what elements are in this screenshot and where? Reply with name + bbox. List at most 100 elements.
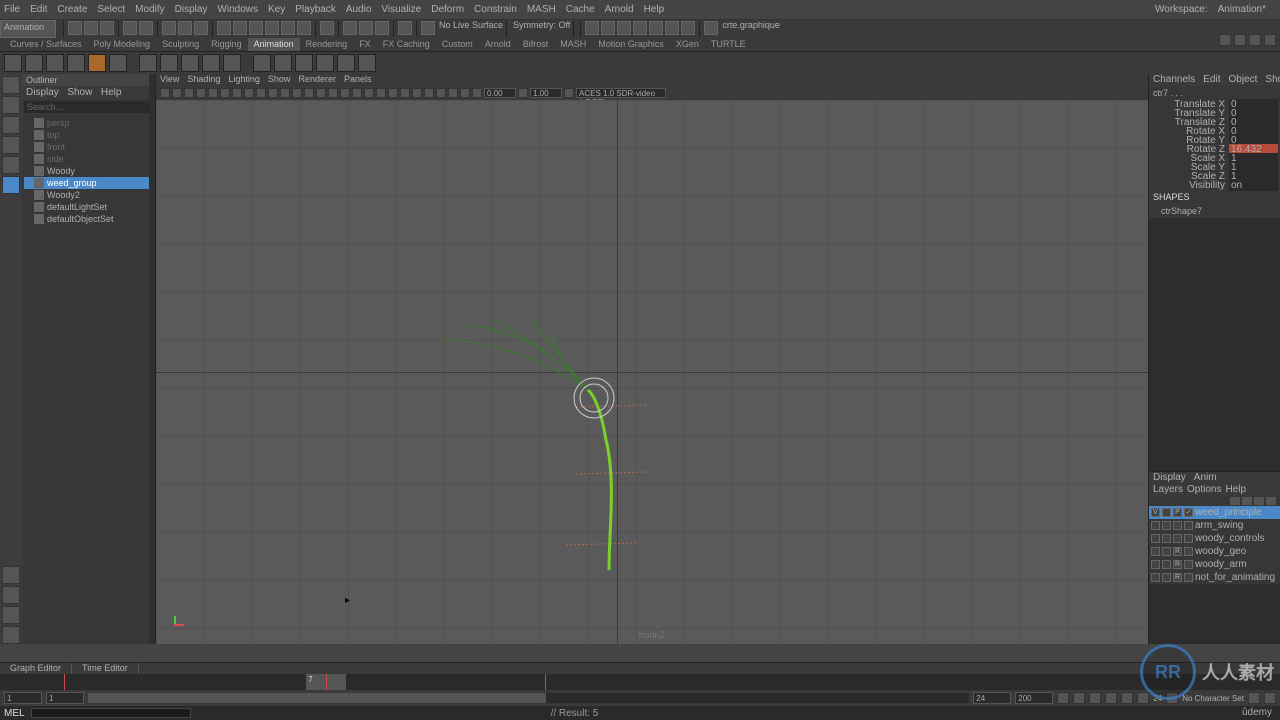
- layout-icon[interactable]: [649, 21, 663, 35]
- view-icon[interactable]: [304, 88, 314, 98]
- menu-item[interactable]: Audio: [346, 4, 372, 15]
- layout-icon[interactable]: [681, 21, 695, 35]
- scale-tool-icon[interactable]: [2, 156, 20, 174]
- menu-item[interactable]: Windows: [217, 4, 258, 15]
- outliner-item[interactable]: front: [24, 141, 153, 153]
- shelf-tab[interactable]: MASH: [554, 38, 592, 51]
- layout-outliner-icon[interactable]: [2, 626, 20, 644]
- shelf-button[interactable]: [88, 54, 106, 72]
- shelf-button[interactable]: [181, 54, 199, 72]
- ipr-icon[interactable]: [359, 21, 373, 35]
- time-slider[interactable]: 7: [0, 674, 1280, 690]
- layout-icon[interactable]: [617, 21, 631, 35]
- undo-icon[interactable]: [123, 21, 137, 35]
- playback-start-input[interactable]: [4, 692, 42, 704]
- view-icon[interactable]: [448, 88, 458, 98]
- view-icon[interactable]: [376, 88, 386, 98]
- menu-item[interactable]: Select: [97, 4, 125, 15]
- view-icon[interactable]: [328, 88, 338, 98]
- lasso-icon[interactable]: [178, 21, 192, 35]
- view-icon[interactable]: [400, 88, 410, 98]
- view-menu-item[interactable]: Panels: [344, 74, 372, 86]
- layer-menu-item[interactable]: Help: [1225, 484, 1246, 496]
- menu-item[interactable]: Key: [268, 4, 285, 15]
- render-settings-icon[interactable]: [375, 21, 389, 35]
- new-scene-icon[interactable]: [68, 21, 82, 35]
- snap-grid-icon[interactable]: [217, 21, 231, 35]
- shelf-tab[interactable]: FX: [353, 38, 377, 51]
- toggle-tool-settings-icon[interactable]: [1234, 34, 1246, 46]
- shelf-button[interactable]: [109, 54, 127, 72]
- menu-item[interactable]: Arnold: [605, 4, 634, 15]
- shelf-tab[interactable]: Sculpting: [156, 38, 205, 51]
- layer-add-icon[interactable]: [1230, 497, 1240, 505]
- sets-dropdown[interactable]: crte.graphique: [722, 20, 780, 38]
- shelf-tab-active[interactable]: Animation: [248, 38, 300, 51]
- layer-move-up-icon[interactable]: [1242, 497, 1252, 505]
- playback-end-input[interactable]: [1015, 692, 1053, 704]
- shelf-button[interactable]: [160, 54, 178, 72]
- view-icon[interactable]: [280, 88, 290, 98]
- shelf-tab[interactable]: Rigging: [205, 38, 248, 51]
- timeline-key-icon[interactable]: [545, 674, 546, 690]
- construction-history-icon[interactable]: [398, 21, 412, 35]
- menu-item[interactable]: Playback: [295, 4, 336, 15]
- cb-tab[interactable]: Channels: [1149, 74, 1199, 86]
- view-icon[interactable]: [564, 88, 574, 98]
- shelf-button[interactable]: [253, 54, 271, 72]
- cb-tab[interactable]: Object: [1225, 74, 1262, 86]
- menu-item[interactable]: Help: [644, 4, 665, 15]
- view-icon[interactable]: [292, 88, 302, 98]
- menu-item[interactable]: Edit: [30, 4, 47, 15]
- playback-play-back-icon[interactable]: [1089, 692, 1101, 704]
- shelf-tab[interactable]: Motion Graphics: [592, 38, 670, 51]
- view-icon[interactable]: [424, 88, 434, 98]
- time-editor-tab[interactable]: Time Editor: [72, 663, 139, 674]
- layout-icon[interactable]: [633, 21, 647, 35]
- snap-view-icon[interactable]: [297, 21, 311, 35]
- snap-surface-icon[interactable]: [281, 21, 295, 35]
- view-icon[interactable]: [340, 88, 350, 98]
- save-scene-icon[interactable]: [100, 21, 114, 35]
- view-icon[interactable]: [196, 88, 206, 98]
- paint-select-icon[interactable]: [194, 21, 208, 35]
- view-icon[interactable]: [388, 88, 398, 98]
- view-icon[interactable]: [412, 88, 422, 98]
- viewport-numeric-input[interactable]: [484, 88, 516, 98]
- shelf-button[interactable]: [316, 54, 334, 72]
- view-icon[interactable]: [460, 88, 470, 98]
- display-layer-row[interactable]: Rwoody_arm: [1149, 558, 1280, 571]
- select-mode-icon[interactable]: [162, 21, 176, 35]
- outliner-menu-item[interactable]: Help: [101, 87, 122, 98]
- menu-item[interactable]: Cache: [566, 4, 595, 15]
- playback-ffwd-icon[interactable]: [1137, 692, 1149, 704]
- shelf-button[interactable]: [25, 54, 43, 72]
- viewport-numeric-input[interactable]: [530, 88, 562, 98]
- outliner-item[interactable]: side: [24, 153, 153, 165]
- playback-rewind-icon[interactable]: [1057, 692, 1069, 704]
- view-icon[interactable]: [316, 88, 326, 98]
- select-tool-icon[interactable]: [2, 76, 20, 94]
- graph-editor-tab[interactable]: Graph Editor: [0, 663, 72, 674]
- symmetry-label[interactable]: Symmetry: Off: [513, 20, 570, 38]
- shelf-button[interactable]: [295, 54, 313, 72]
- redo-icon[interactable]: [139, 21, 153, 35]
- lasso-tool-icon[interactable]: [2, 96, 20, 114]
- view-icon[interactable]: [268, 88, 278, 98]
- playback-step-fwd-icon[interactable]: [1121, 692, 1133, 704]
- shelf-tab[interactable]: TURTLE: [705, 38, 752, 51]
- layer-new-icon[interactable]: [1266, 497, 1276, 505]
- channel-attribute-row[interactable]: Visibilityon: [1149, 181, 1280, 190]
- shelf-button[interactable]: [202, 54, 220, 72]
- display-layer-row[interactable]: Rwoody_geo: [1149, 545, 1280, 558]
- shelf-tab[interactable]: Poly Modeling: [88, 38, 157, 51]
- workspace-dropdown[interactable]: Animation*: [1218, 4, 1266, 15]
- playback-loop-icon[interactable]: [1166, 692, 1178, 704]
- selected-object-name[interactable]: ctr7 . . .: [1149, 86, 1280, 100]
- layout-icon[interactable]: [601, 21, 615, 35]
- cb-tab[interactable]: Show: [1261, 74, 1280, 86]
- view-menu-item[interactable]: Lighting: [228, 74, 260, 86]
- layout-four-icon[interactable]: [2, 586, 20, 604]
- shelf-button[interactable]: [223, 54, 241, 72]
- shelf-tab[interactable]: XGen: [670, 38, 705, 51]
